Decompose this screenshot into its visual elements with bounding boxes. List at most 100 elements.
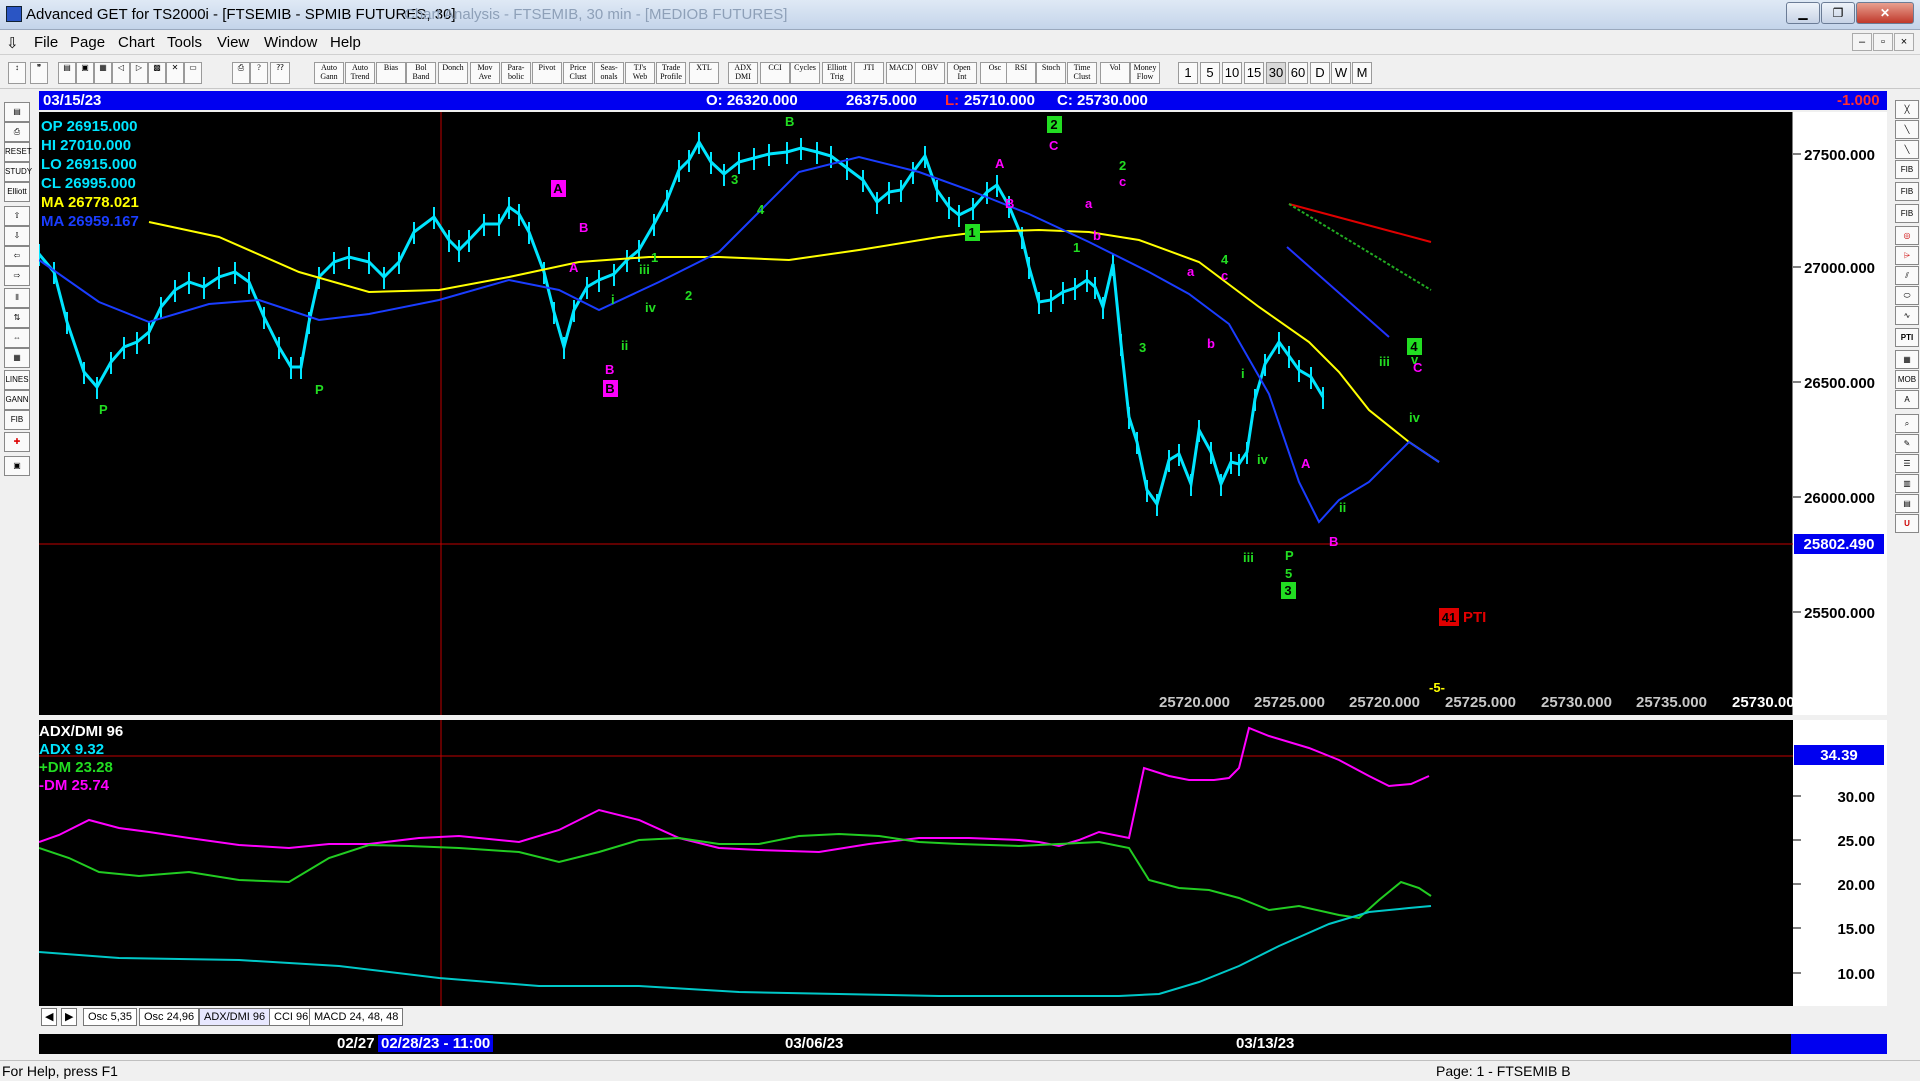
mdi-restore-button[interactable]: ▫ bbox=[1873, 33, 1893, 51]
arrow-right-icon[interactable]: ⇨ bbox=[4, 266, 30, 286]
channel-tool-icon[interactable]: ⫽ bbox=[1895, 266, 1919, 285]
interval-button-15[interactable]: 15 bbox=[1244, 62, 1264, 84]
print-small-icon[interactable]: ⎙ bbox=[4, 122, 30, 142]
tab-1[interactable]: Osc 24,96 bbox=[139, 1008, 200, 1026]
delete-icon[interactable]: ✕ bbox=[166, 62, 184, 84]
study-button-25[interactable]: Vol bbox=[1100, 62, 1130, 84]
arrow-down-icon[interactable]: ⇩ bbox=[4, 226, 30, 246]
gann-icon[interactable]: GANN bbox=[4, 390, 30, 410]
study-button-20[interactable]: Open Int bbox=[947, 62, 977, 84]
pti-tool-icon[interactable]: PTI bbox=[1895, 328, 1919, 347]
price-chart-svg[interactable]: 27500.000 27000.000 26500.000 26000.000 2550… bbox=[39, 112, 1887, 715]
tab-2[interactable]: ADX/DMI 96 bbox=[199, 1008, 271, 1026]
menu-page[interactable]: Page bbox=[70, 34, 105, 51]
adx-chart[interactable]: 30.00 25.00 20.00 15.00 10.00 34.39 ADX/DMI 96… bbox=[39, 720, 1887, 1006]
study-button-1[interactable]: Auto Trend bbox=[345, 62, 375, 84]
fan-tool-icon[interactable]: ⩥ bbox=[1895, 246, 1919, 265]
arrow-up-icon[interactable]: ⇧ bbox=[4, 206, 30, 226]
interval-button-60[interactable]: 60 bbox=[1288, 62, 1308, 84]
menu-chart[interactable]: Chart bbox=[118, 34, 155, 51]
window-icon[interactable]: ▭ bbox=[184, 62, 202, 84]
study-button-12[interactable]: XTL bbox=[689, 62, 719, 84]
scale-icon[interactable]: ⇅ bbox=[4, 308, 30, 328]
next-icon[interactable]: ▷ bbox=[130, 62, 148, 84]
tab-4[interactable]: MACD 24, 48, 48 bbox=[309, 1008, 404, 1026]
fib-ext-icon[interactable]: FIB bbox=[1895, 182, 1919, 201]
study-button-26[interactable]: Money Flow bbox=[1130, 62, 1160, 84]
page-icon[interactable]: ▤ bbox=[1895, 494, 1919, 513]
study-button-5[interactable]: Mov Ave bbox=[470, 62, 500, 84]
study-button-14[interactable]: CCI bbox=[760, 62, 790, 84]
print-icon[interactable]: ⎙ bbox=[232, 62, 250, 84]
study-button-2[interactable]: Bias bbox=[376, 62, 406, 84]
study-button-24[interactable]: Time Clust bbox=[1067, 62, 1097, 84]
menu-file[interactable]: File bbox=[34, 34, 58, 51]
mdi-close-button[interactable]: × bbox=[1894, 33, 1914, 51]
fib-icon[interactable]: FIB bbox=[4, 410, 30, 430]
arrow-tool-icon[interactable]: ↕ bbox=[8, 62, 26, 84]
menu-tools[interactable]: Tools bbox=[167, 34, 202, 51]
study-button-15[interactable]: Cycles bbox=[790, 62, 820, 84]
folder-icon[interactable]: ▤ bbox=[4, 102, 30, 122]
context-help-icon[interactable]: ⁇ bbox=[270, 62, 290, 84]
magnify-icon[interactable]: ⌕ bbox=[1895, 414, 1919, 433]
study-button-19[interactable]: OBV bbox=[915, 62, 945, 84]
price-chart[interactable]: 27500.000 27000.000 26500.000 26000.000 2550… bbox=[39, 112, 1887, 715]
study-button-6[interactable]: Para-bolic bbox=[501, 62, 531, 84]
study-button-16[interactable]: Elliott Trig bbox=[822, 62, 852, 84]
copy-icon[interactable]: ▣ bbox=[76, 62, 94, 84]
undo-icon[interactable]: U bbox=[1895, 514, 1919, 533]
quote-tool-icon[interactable]: ❞ bbox=[30, 62, 48, 84]
cycle-tool-icon[interactable]: ∿ bbox=[1895, 306, 1919, 325]
tab-3[interactable]: CCI 96 bbox=[269, 1008, 314, 1026]
minimize-button[interactable]: ▁ bbox=[1786, 2, 1820, 24]
menu-help[interactable]: Help bbox=[330, 34, 361, 51]
study-button-17[interactable]: JTI bbox=[854, 62, 884, 84]
elliott-icon[interactable]: Elliott bbox=[4, 182, 30, 202]
line-tool-icon[interactable]: ╲ bbox=[1895, 120, 1919, 139]
text-tool-icon[interactable]: A bbox=[1895, 390, 1919, 409]
x-tool-icon[interactable]: ╳ bbox=[1895, 100, 1919, 119]
study-button-7[interactable]: Pivot bbox=[532, 62, 562, 84]
close-button[interactable]: ✕ bbox=[1856, 2, 1914, 24]
tab-scroll-right[interactable]: ▶ bbox=[61, 1008, 78, 1026]
study-button-3[interactable]: Bol Band bbox=[406, 62, 436, 84]
adx-chart-svg[interactable]: 30.00 25.00 20.00 15.00 10.00 34.39 ADX/DMI 96… bbox=[39, 720, 1887, 1006]
study-icon[interactable]: STUDY bbox=[4, 162, 32, 182]
study-button-9[interactable]: Seas-onals bbox=[594, 62, 624, 84]
study-button-8[interactable]: Price Clust bbox=[563, 62, 593, 84]
bars-icon[interactable]: ⫴ bbox=[4, 288, 30, 308]
interval-button-1[interactable]: 1 bbox=[1178, 62, 1198, 84]
pencil-icon[interactable]: ✎ bbox=[1895, 434, 1919, 453]
floppy-icon[interactable]: ▣ bbox=[4, 456, 30, 476]
study-button-11[interactable]: Trade Profile bbox=[656, 62, 686, 84]
mob-icon[interactable]: MOB bbox=[1895, 370, 1919, 389]
mdi-minimize-button[interactable]: ‒ bbox=[1852, 33, 1872, 51]
reset-icon[interactable]: RESET bbox=[4, 142, 32, 162]
book-icon[interactable]: ▥ bbox=[1895, 474, 1919, 493]
ellipse-tool-icon[interactable]: ⬭ bbox=[1895, 286, 1919, 305]
tab-0[interactable]: Osc 5,35 bbox=[83, 1008, 138, 1026]
open-icon[interactable]: ▤ bbox=[58, 62, 76, 84]
grid-tool-icon[interactable]: ▦ bbox=[4, 348, 30, 368]
prev-icon[interactable]: ◁ bbox=[112, 62, 130, 84]
interval-button-M[interactable]: M bbox=[1352, 62, 1372, 84]
menu-doc-icon[interactable]: ⇩ bbox=[6, 34, 19, 52]
pages-icon[interactable]: ▦ bbox=[94, 62, 112, 84]
menu-window[interactable]: Window bbox=[264, 34, 317, 51]
study-button-13[interactable]: ADX DMI bbox=[728, 62, 758, 84]
interval-button-D[interactable]: D bbox=[1310, 62, 1330, 84]
interval-button-5[interactable]: 5 bbox=[1200, 62, 1220, 84]
study-button-4[interactable]: Donch bbox=[438, 62, 468, 84]
grid-icon[interactable]: ▩ bbox=[148, 62, 166, 84]
menu-view[interactable]: View bbox=[217, 34, 249, 51]
lines-icon[interactable]: LINES bbox=[4, 370, 30, 390]
crosshair-icon[interactable]: ✚ bbox=[4, 432, 30, 452]
trend-tool-icon[interactable]: ╲ bbox=[1895, 140, 1919, 159]
arrow-left-icon[interactable]: ⇦ bbox=[4, 246, 30, 266]
fib-ret-icon[interactable]: FIB bbox=[1895, 160, 1919, 179]
tab-scroll-left[interactable]: ◀ bbox=[41, 1008, 58, 1026]
interval-button-W[interactable]: W bbox=[1331, 62, 1351, 84]
help-icon[interactable]: ? bbox=[250, 62, 268, 84]
grid-right-icon[interactable]: ▦ bbox=[1895, 350, 1919, 369]
